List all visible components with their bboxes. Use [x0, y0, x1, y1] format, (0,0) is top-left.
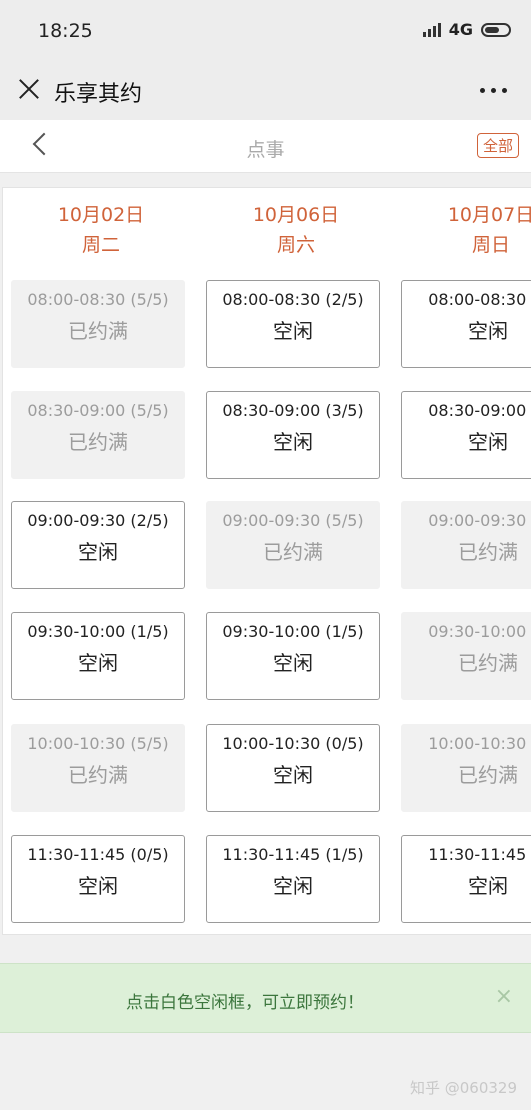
day-header: 10月06日 周六: [206, 200, 386, 278]
slot-time: 10:00-10:30 (0/5): [222, 734, 364, 753]
slot-status: 已约满: [68, 763, 128, 787]
app-navbar: 乐享其约: [0, 62, 531, 120]
watermark: 知乎 @060329: [409, 1079, 517, 1097]
slot-status: 空闲: [273, 651, 313, 675]
slot-time: 08:00-08:30 (5/5): [27, 290, 169, 309]
time-slot: 10:00-10:30 (5 已约满: [401, 724, 531, 812]
slot-status: 空闲: [78, 540, 118, 564]
slot-time: 11:30-11:45 (0: [428, 845, 531, 864]
day-date: 10月07日: [447, 204, 531, 226]
slot-status: 空闲: [468, 874, 508, 898]
time-slot: 08:30-09:00 (5/5) 已约满: [11, 391, 185, 479]
time-slot: 09:00-09:30 (5/5) 已约满: [206, 501, 380, 589]
status-time: 18:25: [38, 20, 93, 42]
status-bar: 18:25 4G: [0, 0, 531, 62]
slot-status: 空闲: [78, 874, 118, 898]
slot-status: 空闲: [273, 874, 313, 898]
slot-status: 已约满: [263, 540, 323, 564]
time-slot[interactable]: 10:00-10:30 (0/5) 空闲: [206, 724, 380, 812]
hint-banner: 点击白色空闲框，可立即预约！ ×: [0, 963, 531, 1033]
slot-time: 08:30-09:00 (5/5): [27, 401, 169, 420]
slot-time: 10:00-10:30 (5: [428, 734, 531, 753]
slot-time: 08:00-08:30 (3: [428, 290, 531, 309]
slot-time: 08:00-08:30 (2/5): [222, 290, 364, 309]
day-column: 10月06日 周六 08:00-08:30 (2/5) 空闲 08:30-09:…: [206, 188, 386, 923]
slot-status: 空闲: [78, 651, 118, 675]
slot-status: 已约满: [68, 430, 128, 454]
day-weekday: 周日: [471, 234, 510, 256]
slot-time: 09:00-09:30 (5/5): [222, 511, 364, 530]
time-slot[interactable]: 09:30-10:00 (1/5) 空闲: [11, 612, 185, 700]
signal-icon: [422, 22, 441, 37]
slot-status: 空闲: [468, 430, 508, 454]
slot-status: 已约满: [458, 651, 518, 675]
time-slot: 09:30-10:00 (5 已约满: [401, 612, 531, 700]
time-slot[interactable]: 09:30-10:00 (1/5) 空闲: [206, 612, 380, 700]
slot-time: 08:30-09:00 (3/5): [222, 401, 364, 420]
close-icon[interactable]: ×: [495, 984, 513, 1009]
more-icon[interactable]: [480, 88, 507, 93]
time-slot[interactable]: 11:30-11:45 (0 空闲: [401, 835, 531, 923]
slot-time: 09:30-10:00 (5: [428, 622, 531, 641]
day-header: 10月07日 周日: [401, 200, 531, 278]
slot-status: 已约满: [458, 540, 518, 564]
slot-time: 09:00-09:30 (5: [428, 511, 531, 530]
schedule-grid: 10月02日 周二 08:00-08:30 (5/5) 已约满 08:30-09…: [2, 187, 531, 935]
slot-time: 10:00-10:30 (5/5): [27, 734, 169, 753]
day-date: 10月02日: [57, 204, 145, 226]
day-column: 10月02日 周二 08:00-08:30 (5/5) 已约满 08:30-09…: [11, 188, 191, 923]
day-date: 10月06日: [252, 204, 340, 226]
slot-time: 11:30-11:45 (1/5): [222, 845, 364, 864]
time-slot[interactable]: 08:00-08:30 (2/5) 空闲: [206, 280, 380, 368]
time-slot[interactable]: 09:00-09:30 (2/5) 空闲: [11, 501, 185, 589]
page-header: 点事 全部: [0, 120, 531, 173]
day-header: 10月02日 周二: [11, 200, 191, 278]
time-slot[interactable]: 11:30-11:45 (0/5) 空闲: [11, 835, 185, 923]
slot-status: 空闲: [468, 319, 508, 343]
time-slot[interactable]: 08:00-08:30 (3 空闲: [401, 280, 531, 368]
close-icon[interactable]: [16, 76, 42, 102]
time-slot[interactable]: 08:30-09:00 (3/5) 空闲: [206, 391, 380, 479]
time-slot: 08:00-08:30 (5/5) 已约满: [11, 280, 185, 368]
slot-time: 08:30-09:00 (1: [428, 401, 531, 420]
slot-time: 11:30-11:45 (0/5): [27, 845, 169, 864]
time-slot: 09:00-09:30 (5 已约满: [401, 501, 531, 589]
app-title: 乐享其约: [54, 82, 143, 107]
slot-status: 空闲: [273, 763, 313, 787]
slot-status: 已约满: [458, 763, 518, 787]
day-weekday: 周二: [81, 234, 120, 256]
slot-status: 空闲: [273, 430, 313, 454]
network-type: 4G: [448, 20, 473, 39]
slot-time: 09:00-09:30 (2/5): [27, 511, 169, 530]
day-column: 10月07日 周日 08:00-08:30 (3 空闲 08:30-09:00 …: [401, 188, 531, 923]
time-slot[interactable]: 08:30-09:00 (1 空闲: [401, 391, 531, 479]
battery-icon: [481, 22, 511, 37]
day-weekday: 周六: [276, 234, 315, 256]
time-slot: 10:00-10:30 (5/5) 已约满: [11, 724, 185, 812]
time-slot[interactable]: 11:30-11:45 (1/5) 空闲: [206, 835, 380, 923]
slot-status: 空闲: [273, 319, 313, 343]
slot-time: 09:30-10:00 (1/5): [27, 622, 169, 641]
slot-time: 09:30-10:00 (1/5): [222, 622, 364, 641]
slot-status: 已约满: [68, 319, 128, 343]
page-title: 点事: [246, 139, 285, 161]
all-button[interactable]: 全部: [476, 133, 519, 158]
hint-message: 点击白色空闲框，可立即预约！: [126, 993, 364, 1013]
status-indicators: 4G: [422, 20, 511, 39]
